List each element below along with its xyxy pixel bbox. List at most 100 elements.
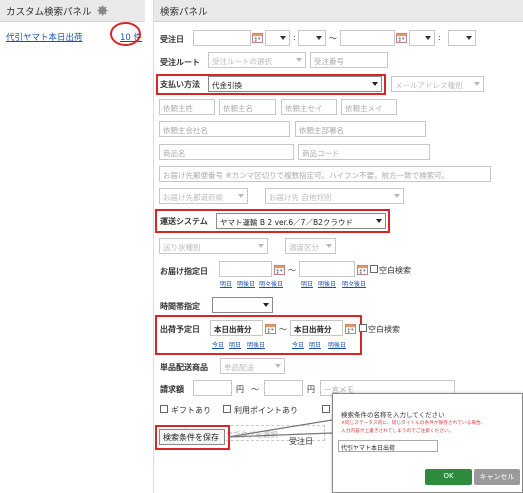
requester-first-name-placeholder: 依頼主名 [223,104,253,113]
search-panel-header: 検索パネル [154,0,523,22]
product-code-input[interactable]: 商品コード [298,144,430,160]
chevron-down-icon [425,36,431,40]
delivery-date-quick-2[interactable]: 明後日 [237,279,255,288]
product-code-placeholder: 商品コード [302,149,340,158]
delivery-date-quick-3[interactable]: 明々後日 [259,279,283,288]
calendar-icon[interactable] [265,323,276,334]
payment-method-select[interactable]: 代金引換 [208,76,382,92]
requester-kana-last-placeholder: 依頼主セイ [285,104,323,113]
calendar-icon[interactable] [252,32,263,43]
delivery-date-to-quick-2[interactable]: 明後日 [318,279,336,288]
dialog-note-2: 入力内容が上書きされてしまうのでご注意ください。 [341,429,454,434]
single-item-label: 単品配送商品 [160,363,208,372]
gear-icon[interactable] [96,4,109,17]
time-slot-select[interactable] [212,297,273,313]
ship-date-label: 出荷予定日 [160,325,200,334]
callout-connector [228,419,333,438]
dialog-name-input[interactable]: 代引ヤマト本日出荷 [338,440,438,452]
save-search-button[interactable]: 検索条件を保存 [159,429,225,445]
delivery-prefecture-select[interactable]: お届け先都道府県 [159,188,248,204]
time-separator: : [293,33,296,42]
calendar-icon[interactable] [274,264,285,275]
order-route-placeholder: 受注ルートの選択 [212,57,272,66]
delivery-date-to-input[interactable] [299,261,355,277]
chevron-down-icon [474,82,480,86]
custom-search-panel-title: カスタム検索パネル [6,6,92,18]
order-date-from-input[interactable] [193,30,251,46]
time-slot-label: 時間帯指定 [160,302,200,311]
ship-date-quick-2[interactable]: 明日 [229,340,241,349]
delivery-date-empty-label: 空白検索 [379,266,411,275]
delivery-date-range-sep: ～ [288,266,296,275]
delivery-postal-input[interactable]: お届け先郵便番号 ※カンマ区切りで複数指定可。ハイフン不要。前方一致で検索可。 [159,166,491,182]
order-number-input[interactable]: 受注番号 [310,52,388,68]
requester-company-placeholder: 依頼主会社名 [163,126,208,135]
ship-date-to-quick-3[interactable]: 明後日 [328,340,346,349]
shipping-system-select[interactable]: ヤマト運輸 B 2 ver.6／7／B2クラウド [216,213,386,229]
requester-dept-placeholder: 依頼主部署名 [299,126,344,135]
ship-date-quick-3[interactable]: 明後日 [247,340,265,349]
chevron-down-icon [376,219,382,223]
order-route-select[interactable]: 受注ルートの選択 [208,52,306,68]
order-date-label: 受注日 [160,35,184,44]
single-item-select[interactable]: 単品配送 [220,358,285,374]
requester-kana-last-input[interactable]: 依頼主セイ [281,99,337,115]
custom-search-panel: カスタム検索パネル 代引ヤマト本日出荷 10 件 [0,0,145,493]
shipping-system-label: 運送システム [160,217,208,226]
order-date-to-minute-select[interactable] [448,30,476,46]
invoice-type-select[interactable]: 送り状種別 [159,238,268,254]
ship-date-to-quick-2[interactable]: 明日 [309,340,321,349]
ship-date-empty-checkbox[interactable] [359,324,367,332]
delivery-date-empty-checkbox[interactable] [370,265,378,273]
calendar-icon[interactable] [396,32,407,43]
single-item-placeholder: 単品配送 [224,363,254,372]
delivery-date-label: お届け指定日 [160,267,208,276]
chevron-down-icon [372,82,378,86]
delivery-prefecture-placeholder: お届け先都道府県 [163,193,223,202]
chevron-down-icon [275,364,281,368]
ship-date-to-value: 本日出荷分 [294,325,332,334]
requester-first-name-input[interactable]: 依頼主名 [219,99,276,115]
billing-from-input[interactable] [193,380,232,396]
delivery-date-from-input[interactable] [219,261,272,277]
chevron-down-icon [296,58,302,62]
requester-company-input[interactable]: 依頼主会社名 [159,121,290,137]
dialog-note-1: ※同じステータス内に、同じタイトルの条件が保存されている場合、 [341,421,486,426]
shipping-system-value: ヤマト運輸 B 2 ver.6／7／B2クラウド [220,218,353,227]
chevron-down-icon [316,36,322,40]
delivery-date-to-quick-1[interactable]: 明日 [301,279,313,288]
chevron-down-icon [263,303,269,307]
search-panel-title: 検索パネル [160,6,208,18]
order-date-to-input[interactable] [340,30,395,46]
calendar-icon[interactable] [345,323,356,334]
email-type-select[interactable]: メールアドレス種別 [391,76,484,92]
product-name-input[interactable]: 商品名 [159,144,294,160]
order-number-placeholder: 受注番号 [314,57,344,66]
requester-dept-input[interactable]: 依頼主部署名 [295,121,426,137]
order-route-label: 受注ルート [160,58,200,67]
requester-last-name-input[interactable]: 依頼主姓 [159,99,215,115]
gift-checkbox[interactable] [160,405,168,413]
calendar-icon[interactable] [357,264,368,275]
ok-button[interactable]: OK [425,469,472,485]
delivery-date-to-quick-3[interactable]: 明々後日 [342,279,366,288]
requester-kana-first-input[interactable]: 依頼主メイ [341,99,397,115]
temperature-select[interactable]: 温度区分 [285,238,336,254]
email-type-placeholder: メールアドレス種別 [395,81,463,90]
ship-date-to-quick-1[interactable]: 今日 [292,340,304,349]
ship-date-from-input[interactable]: 本日出荷分 [210,320,263,336]
ship-date-quick-1[interactable]: 今日 [212,340,224,349]
order-date-to-hour-select[interactable] [409,30,435,46]
gift-label: ギフトあり [171,406,211,415]
order-date-from-minute-select[interactable] [298,30,326,46]
delivery-postal-placeholder: お届け先郵便番号 ※カンマ区切りで複数指定可。ハイフン不要。前方一致で検索可。 [163,171,450,180]
cancel-button[interactable]: キャンセル [474,469,520,485]
delivery-self-select[interactable]: お届け先 自他判別 [265,188,404,204]
delivery-date-quick-1[interactable]: 明日 [220,279,232,288]
ship-date-to-input[interactable]: 本日出荷分 [290,320,343,336]
time-separator: : [438,33,441,42]
dialog-name-value: 代引ヤマト本日出荷 [341,445,396,452]
saved-search-link[interactable]: 代引ヤマト本日出荷 [6,31,83,43]
save-name-dialog: 検索条件の名称を入力してください ※同じステータス内に、同じタイトルの条件が保存… [332,393,523,493]
order-date-from-hour-select[interactable] [265,30,290,46]
